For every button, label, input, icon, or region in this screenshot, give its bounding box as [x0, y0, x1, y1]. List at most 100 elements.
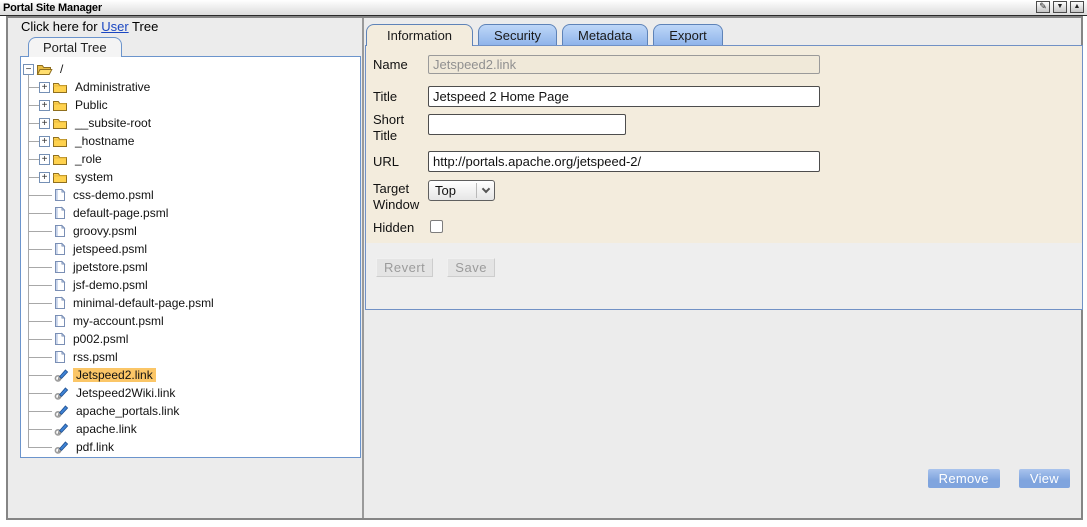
tree-item-jetspeed2-link[interactable]: Jetspeed2.link	[21, 366, 360, 384]
expand-icon[interactable]: +	[39, 100, 50, 111]
tree-item-apache-portals-link[interactable]: apache_portals.link	[21, 402, 360, 420]
tree-item-role[interactable]: +_role	[21, 150, 360, 168]
tree-connector-line	[28, 123, 39, 124]
tab-portal-tree[interactable]: Portal Tree	[28, 37, 122, 57]
hidden-checkbox[interactable]	[430, 220, 443, 233]
tab-export[interactable]: Export	[653, 24, 723, 45]
tree-item-jsf-demo-psml[interactable]: jsf-demo.psml	[21, 276, 360, 294]
tree-connector-line	[28, 213, 52, 214]
tree-item-apache-link[interactable]: apache.link	[21, 420, 360, 438]
link-icon	[54, 386, 69, 400]
tree-connector-line	[28, 141, 39, 142]
expand-icon[interactable]: +	[39, 154, 50, 165]
tree-connector-line	[28, 105, 39, 106]
tree-item-label: my-account.psml	[70, 314, 167, 328]
tree-connector-line	[28, 393, 52, 394]
url-field[interactable]	[428, 151, 820, 172]
tree-item-administrative[interactable]: + Administrative	[21, 78, 360, 96]
folder-icon	[52, 171, 68, 184]
folder-icon	[52, 117, 68, 130]
link-icon	[54, 368, 69, 382]
tree-item-css-demo-psml[interactable]: css-demo.psml	[21, 186, 360, 204]
expand-icon[interactable]: +	[39, 136, 50, 147]
tree-item-p002-psml[interactable]: p002.psml	[21, 330, 360, 348]
tree-item-label: apache_portals.link	[73, 404, 182, 418]
tree-item-label: pdf.link	[73, 440, 117, 454]
tab-metadata[interactable]: Metadata	[562, 24, 648, 45]
expand-icon[interactable]: +	[39, 172, 50, 183]
tree-item-label: css-demo.psml	[70, 188, 157, 202]
tree-item-label: Public	[72, 98, 111, 112]
tree-item-label: rss.psml	[70, 350, 121, 364]
page-icon	[54, 224, 66, 238]
tree-item-hostname[interactable]: + _hostname	[21, 132, 360, 150]
form-actions: Revert Save	[366, 243, 1082, 277]
tree-connector-line	[28, 429, 52, 430]
tree-item-subsite-root[interactable]: + __subsite-root	[21, 114, 360, 132]
save-button[interactable]: Save	[447, 258, 495, 277]
tree-item-jpetstore-psml[interactable]: jpetstore.psml	[21, 258, 360, 276]
tree-item-label: Jetspeed2.link	[73, 368, 156, 382]
revert-button[interactable]: Revert	[376, 258, 433, 277]
portal-tree: −/+Administrative+Public+__subsite-root+…	[21, 60, 360, 456]
remove-button[interactable]: Remove	[928, 469, 1000, 488]
hidden-label: Hidden	[373, 220, 427, 236]
tree-item-label: jetspeed.psml	[70, 242, 150, 256]
expand-icon[interactable]: +	[39, 118, 50, 129]
tree-connector-line	[28, 231, 52, 232]
link-icon	[54, 404, 69, 418]
window-controls: ✎ ▼ ▲	[1036, 1, 1084, 13]
tree-item-public[interactable]: + Public	[21, 96, 360, 114]
tree-item-jetspeed2wiki-link[interactable]: Jetspeed2Wiki.link	[21, 384, 360, 402]
tree-item-label: default-page.psml	[70, 206, 171, 220]
expand-icon[interactable]: +	[39, 82, 50, 93]
title-label: Title	[373, 89, 427, 105]
tree-item-label: Administrative	[72, 80, 153, 94]
tree-item-label: system	[72, 170, 116, 184]
tree-connector-line	[28, 357, 52, 358]
view-button[interactable]: View	[1019, 469, 1070, 488]
page-icon	[54, 314, 66, 328]
tree-item-system[interactable]: + system	[21, 168, 360, 186]
tree-item-label: apache.link	[73, 422, 140, 436]
name-label: Name	[373, 57, 427, 73]
tree-item-label: _hostname	[72, 134, 137, 148]
detail-tabs: InformationSecurityMetadataExport	[366, 24, 723, 45]
tree-connector-line	[28, 267, 52, 268]
edit-icon[interactable]: ✎	[1036, 1, 1050, 13]
tree-item-my-account-psml[interactable]: my-account.psml	[21, 312, 360, 330]
page-icon	[54, 332, 66, 346]
tree-item-pdf-link[interactable]: pdf.link	[21, 438, 360, 456]
url-label: URL	[373, 154, 427, 170]
minimize-icon[interactable]: ▼	[1053, 1, 1067, 13]
folder-icon	[52, 99, 68, 112]
user-tree-link[interactable]: User	[101, 19, 128, 34]
tree-item-groovy-psml[interactable]: groovy.psml	[21, 222, 360, 240]
tree-connector-line	[28, 195, 52, 196]
tree-item-label: jsf-demo.psml	[70, 278, 151, 292]
footer-actions: Remove View	[928, 469, 1070, 488]
tree-item-default-page-psml[interactable]: default-page.psml	[21, 204, 360, 222]
tree-item-minimal-default-page-psml[interactable]: minimal-default-page.psml	[21, 294, 360, 312]
tree-connector-line	[28, 303, 52, 304]
tree-connector-line	[28, 375, 52, 376]
tree-item-rss-psml[interactable]: rss.psml	[21, 348, 360, 366]
short-title-label: Short Title	[373, 112, 427, 145]
tree-switcher-prefix: Click here for	[21, 19, 98, 34]
tree-item-jetspeed-psml[interactable]: jetspeed.psml	[21, 240, 360, 258]
information-form: Name Title Short Title URL Target Window…	[366, 46, 1082, 243]
column-divider	[362, 18, 364, 518]
tree-item-[interactable]: −/	[21, 60, 360, 78]
collapse-icon[interactable]: −	[23, 64, 34, 75]
short-title-field[interactable]	[428, 114, 626, 135]
tab-security[interactable]: Security	[478, 24, 557, 45]
tab-information[interactable]: Information	[366, 24, 473, 46]
tree-item-label: __subsite-root	[72, 116, 154, 130]
maximize-icon[interactable]: ▲	[1070, 1, 1084, 13]
target-window-select[interactable]: Top	[428, 180, 495, 201]
tree-item-label: jpetstore.psml	[70, 260, 151, 274]
title-field[interactable]	[428, 86, 820, 107]
page-icon	[54, 350, 66, 364]
tree-item-label: minimal-default-page.psml	[70, 296, 217, 310]
folder-icon	[52, 153, 68, 166]
